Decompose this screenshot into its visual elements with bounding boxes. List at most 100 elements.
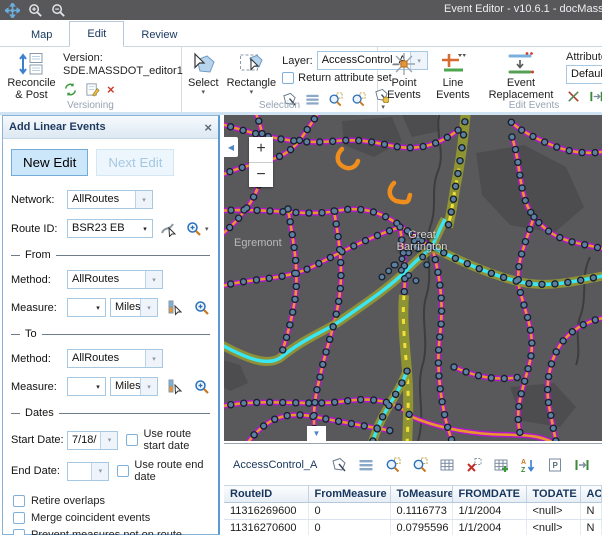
pick-from-measure-icon[interactable] bbox=[167, 299, 184, 316]
panel-close-icon[interactable]: × bbox=[204, 120, 212, 135]
group-selection: Select ▾ Rectangle ▾ Layer: AccessContro… bbox=[182, 47, 378, 112]
event-replacement-button[interactable]: Event Replacement bbox=[480, 50, 562, 102]
retire-overlaps-label: Retire overlaps bbox=[31, 495, 105, 507]
col-fromdate[interactable]: FROMDATE bbox=[452, 486, 526, 503]
col-routeid[interactable]: RouteID bbox=[224, 486, 308, 503]
tab-edit[interactable]: Edit bbox=[69, 21, 124, 47]
network-select[interactable]: AllRoutes ▾ bbox=[67, 190, 153, 209]
start-date-label: Start Date: bbox=[11, 434, 67, 446]
pick-to-measure-icon[interactable] bbox=[167, 378, 184, 395]
to-section-divider: To bbox=[11, 328, 210, 340]
next-edit-button[interactable]: Next Edit bbox=[96, 149, 174, 176]
tab-review[interactable]: Review bbox=[124, 23, 194, 47]
table-select-by-polygon-icon[interactable] bbox=[331, 457, 347, 473]
layer-label: Layer: bbox=[282, 55, 313, 67]
cell: 1/1/2004 bbox=[452, 520, 526, 535]
from-zoom-icon[interactable] bbox=[194, 300, 210, 316]
reconcile-post-button[interactable]: Reconcile & Post bbox=[4, 50, 59, 102]
point-events-icon bbox=[391, 51, 417, 77]
from-section-divider: From bbox=[11, 249, 210, 261]
zoom-in-icon[interactable] bbox=[28, 3, 43, 18]
attribute-set-label: Attribute Set: bbox=[566, 51, 602, 63]
col-ac[interactable]: AC bbox=[580, 486, 602, 503]
start-date-value: 7/18/ bbox=[68, 432, 100, 449]
group-label-edit-events: Edit Events bbox=[378, 100, 602, 111]
prevent-measures-checkbox[interactable] bbox=[13, 529, 25, 535]
select-button[interactable]: Select ▾ bbox=[186, 50, 221, 97]
table-measure-range-icon[interactable] bbox=[574, 457, 590, 473]
to-method-value: AllRoutes bbox=[68, 350, 145, 367]
table-layer-name: AccessControl_A bbox=[233, 459, 317, 471]
route-id-combo[interactable]: BSR23 EB ▾ bbox=[67, 219, 153, 238]
table-zoom-to-selected-icon[interactable] bbox=[385, 457, 401, 473]
to-zoom-icon[interactable] bbox=[194, 379, 210, 395]
title-bar: Event Editor - v10.6.1 - docMassDOTN bbox=[0, 0, 602, 20]
from-method-select[interactable]: AllRoutes ▾ bbox=[67, 270, 163, 289]
table-show-records-icon[interactable] bbox=[358, 457, 374, 473]
table-switch-selection-icon[interactable] bbox=[439, 457, 455, 473]
pick-route-icon[interactable] bbox=[160, 220, 177, 237]
tab-map[interactable]: Map bbox=[14, 23, 69, 47]
end-date-input[interactable]: ▾ bbox=[67, 462, 109, 481]
table-row[interactable]: 11316270600 0 0.0795596 1/1/2004 <null> … bbox=[224, 520, 602, 535]
from-measure-value bbox=[68, 299, 91, 316]
col-frommeasure[interactable]: FromMeasure bbox=[308, 486, 390, 503]
panel-collapse-button[interactable]: ◀ bbox=[224, 137, 238, 157]
use-route-start-checkbox[interactable] bbox=[126, 434, 138, 446]
to-unit-arrow-icon: ▾ bbox=[140, 378, 157, 395]
new-version-icon[interactable] bbox=[85, 82, 100, 97]
table-sort-icon[interactable]: A Z bbox=[520, 457, 536, 473]
reconcile-post-label: Reconcile & Post bbox=[6, 77, 57, 101]
map-canvas[interactable] bbox=[224, 115, 602, 441]
to-unit-select[interactable]: Miles ▾ bbox=[110, 377, 158, 396]
pan-icon[interactable] bbox=[5, 3, 20, 18]
line-events-icon bbox=[440, 51, 466, 77]
table-pan-to-selected-icon[interactable] bbox=[412, 457, 428, 473]
map-zoom-in-button[interactable]: + bbox=[249, 137, 273, 163]
from-unit-select[interactable]: Miles ▾ bbox=[110, 298, 158, 317]
attribute-set-select[interactable]: Default ▾ bbox=[566, 65, 602, 84]
zoom-out-icon[interactable] bbox=[51, 3, 66, 18]
reconcile-icon bbox=[19, 51, 45, 77]
to-method-arrow-icon: ▾ bbox=[145, 350, 162, 367]
merge-coincident-checkbox[interactable] bbox=[13, 512, 25, 524]
cell: 11316269600 bbox=[224, 503, 308, 520]
delete-version-icon[interactable]: × bbox=[107, 83, 115, 96]
start-date-input[interactable]: 7/18/ ▾ bbox=[67, 431, 118, 450]
to-measure-combo[interactable]: ▾ bbox=[67, 377, 106, 396]
map-zoom-control: + − bbox=[249, 137, 273, 187]
ribbon: Reconcile & Post Version: SDE.MASSDOT_ed… bbox=[0, 47, 602, 112]
use-route-start-label: Use route start date bbox=[143, 428, 210, 452]
from-measure-arrow-icon: ▾ bbox=[91, 299, 105, 316]
col-todate[interactable]: TODATE bbox=[526, 486, 580, 503]
table-report-icon[interactable]: P bbox=[547, 457, 563, 473]
table-row[interactable]: 11316269600 0 0.1116773 1/1/2004 <null> … bbox=[224, 503, 602, 520]
map-label-egremont: Egremont bbox=[234, 237, 282, 249]
rectangle-button[interactable]: Rectangle ▾ bbox=[225, 50, 279, 97]
table-clear-selection-icon[interactable] bbox=[466, 457, 482, 473]
from-measure-combo[interactable]: ▾ bbox=[67, 298, 106, 317]
table-add-record-icon[interactable] bbox=[493, 457, 509, 473]
col-tomeasure[interactable]: ToMeasure bbox=[390, 486, 452, 503]
to-method-select[interactable]: AllRoutes ▾ bbox=[67, 349, 163, 368]
route-zoom-caret-icon[interactable]: ▾ bbox=[205, 225, 209, 233]
end-date-arrow-icon: ▾ bbox=[91, 463, 108, 480]
version-value: SDE.MASSDOT_editor1 bbox=[63, 65, 177, 78]
table-collapse-button[interactable]: ▼ bbox=[307, 426, 326, 441]
retire-overlaps-checkbox[interactable] bbox=[13, 495, 25, 507]
app-title: Event Editor - v10.6.1 - docMassDOTN bbox=[444, 3, 602, 15]
network-value: AllRoutes bbox=[68, 191, 135, 208]
return-attribute-set-checkbox[interactable] bbox=[282, 72, 294, 84]
line-events-button[interactable]: Line Events bbox=[430, 50, 476, 102]
table-toolbar: AccessControl_A A Z bbox=[224, 444, 602, 486]
dates-section-label: Dates bbox=[25, 407, 54, 419]
new-edit-button[interactable]: New Edit bbox=[11, 149, 88, 176]
point-events-button[interactable]: Point Events bbox=[382, 50, 426, 102]
select-caret-icon: ▾ bbox=[202, 89, 206, 96]
attribute-set-options: Attribute Set: Default ▾ bbox=[566, 50, 602, 104]
map-zoom-out-button[interactable]: − bbox=[249, 163, 273, 188]
cell: N bbox=[580, 503, 602, 520]
route-zoom-icon[interactable] bbox=[186, 221, 202, 237]
use-route-end-checkbox[interactable] bbox=[117, 465, 129, 477]
change-version-icon[interactable] bbox=[63, 82, 78, 97]
